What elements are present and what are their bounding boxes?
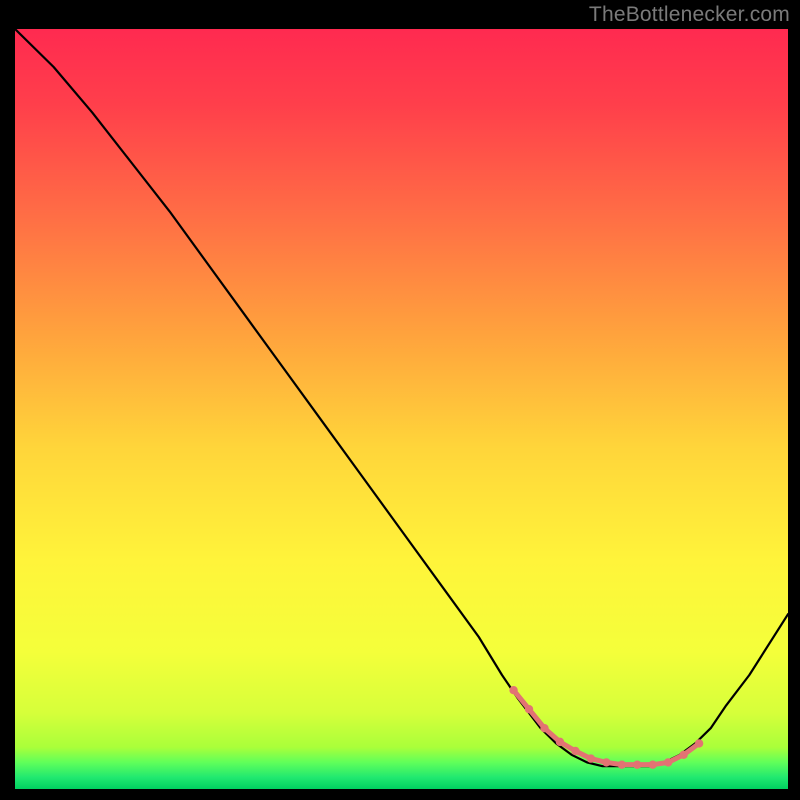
optimum-dot [509,686,517,694]
chart-svg [15,29,788,789]
optimum-dot [633,760,641,768]
optimum-dot [679,751,687,759]
optimum-dot [602,758,610,766]
optimum-dot [571,747,579,755]
optimum-dot [540,724,548,732]
chart-background [15,29,788,789]
optimum-dot [664,758,672,766]
chart-plot [15,29,788,789]
optimum-dot [649,760,657,768]
optimum-dot [556,738,564,746]
watermark-text: TheBottlenecker.com [589,3,790,27]
optimum-dot [525,705,533,713]
optimum-dot [587,754,595,762]
optimum-dot [618,760,626,768]
optimum-dot [695,739,703,747]
